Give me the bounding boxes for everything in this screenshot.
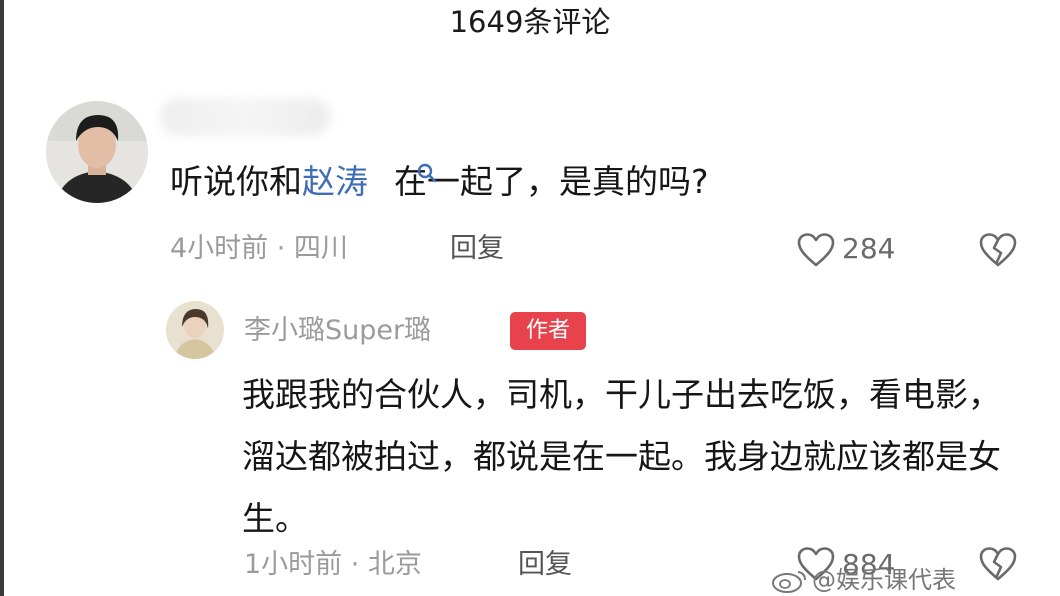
search-icon[interactable] (416, 162, 438, 184)
broken-heart-icon[interactable] (978, 232, 1018, 268)
reply-reply-button[interactable]: 回复 (518, 545, 572, 585)
broken-heart-icon[interactable] (978, 546, 1018, 582)
comment-reply-button[interactable]: 回复 (450, 229, 504, 269)
watermark: @娱乐课代表 (812, 566, 956, 594)
comment-text-after: 在一起了，是真的吗? (394, 162, 709, 201)
left-edge (0, 0, 4, 596)
reply-text: 我跟我的合伙人，司机，干儿子出去吃饭，看电影，溜达都被拍过，都说是在一起。我身边… (242, 375, 1001, 538)
author-badge: 作者 (510, 312, 586, 350)
reply-meta: 1小时前 · 北京 (244, 549, 422, 580)
comment-text-before: 听说你和 (170, 162, 302, 201)
comment-meta: 4小时前 · 四川 (170, 233, 348, 264)
search-link[interactable]: 赵涛 (302, 162, 368, 201)
author-username[interactable]: 李小璐Super璐 (244, 311, 431, 351)
comment-text: 听说你和赵涛 在一起了，是真的吗? (170, 156, 709, 208)
commenter-avatar[interactable] (46, 101, 148, 203)
heart-icon[interactable] (796, 232, 836, 268)
commenter-name-blurred (160, 98, 330, 136)
comment-like-count: 284 (842, 232, 896, 265)
comment-count-title: 1649条评论 (449, 5, 611, 39)
weibo-icon (772, 571, 806, 593)
author-avatar[interactable] (166, 301, 224, 359)
